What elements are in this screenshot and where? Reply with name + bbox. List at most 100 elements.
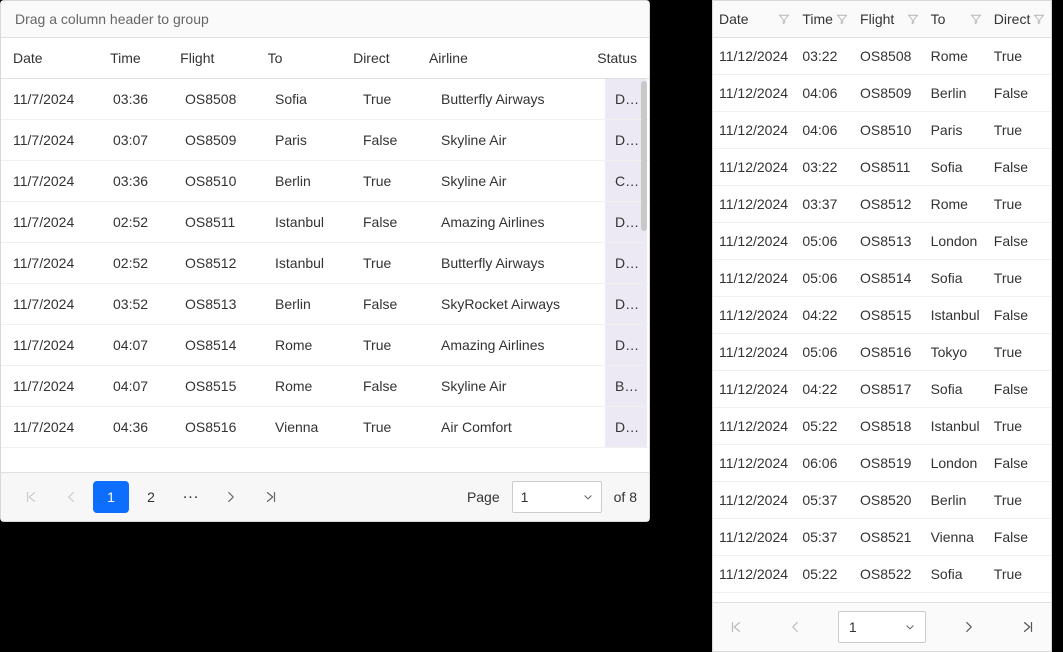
table-row[interactable]: 11/7/202402:52OS8511IstanbulFalseAmazing… xyxy=(1,202,649,243)
cell-to: Rome xyxy=(925,186,988,222)
cell-direct: True xyxy=(988,186,1051,222)
cell-date: 11/12/2024 xyxy=(713,334,796,370)
page-ellipsis[interactable]: ... xyxy=(173,481,209,513)
table-row[interactable]: 11/12/202406:06OS8519LondonFalse xyxy=(713,445,1051,482)
last-page-button[interactable] xyxy=(1013,612,1043,642)
table-row[interactable]: 11/12/202405:22OS8522SofiaTrue xyxy=(713,556,1051,593)
cell-flight: OS8510 xyxy=(854,112,925,148)
table-row[interactable]: 11/12/202404:06OS8510ParisTrue xyxy=(713,112,1051,149)
cell-time: 03:07 xyxy=(103,120,175,160)
left-header-row: Date Time Flight To Direct Airline Statu… xyxy=(1,38,649,79)
cell-flight: OS8514 xyxy=(854,260,925,296)
page-number-2[interactable]: 2 xyxy=(133,481,169,513)
table-row[interactable]: 11/12/202405:06OS8516TokyoTrue xyxy=(713,334,1051,371)
cell-direct: False xyxy=(988,445,1051,481)
table-row[interactable]: 11/7/202403:07OS8509ParisFalseSkyline Ai… xyxy=(1,120,649,161)
table-row[interactable]: 11/12/202405:06OS8513LondonFalse xyxy=(713,223,1051,260)
cell-date: 11/7/2024 xyxy=(3,120,103,160)
table-row[interactable]: 11/7/202403:36OS8510BerlinTrueSkyline Ai… xyxy=(1,161,649,202)
filter-icon[interactable] xyxy=(907,13,919,25)
table-row[interactable]: 11/12/202404:06OS8509BerlinFalse xyxy=(713,75,1051,112)
cell-date: 11/7/2024 xyxy=(3,284,103,324)
last-page-button[interactable] xyxy=(253,481,289,513)
page-number-1[interactable]: 1 xyxy=(93,481,129,513)
cell-direct: False xyxy=(988,75,1051,111)
header-direct[interactable]: Direct xyxy=(343,38,419,78)
cell-direct: True xyxy=(988,112,1051,148)
filter-icon[interactable] xyxy=(836,13,848,25)
cell-flight: OS8511 xyxy=(175,202,265,242)
left-pager: 1 2 ... Page 1 of 8 xyxy=(1,472,649,521)
cell-to: Istanbul xyxy=(265,243,353,283)
cell-airline: Amazing Airlines xyxy=(431,325,605,365)
header-to[interactable]: To xyxy=(925,1,988,37)
scrollbar-thumb[interactable] xyxy=(641,81,647,231)
table-row[interactable]: 11/7/202404:36OS8516ViennaTrueAir Comfor… xyxy=(1,407,649,448)
table-row[interactable]: 11/7/202403:36OS8508SofiaTrueButterfly A… xyxy=(1,79,649,120)
header-date[interactable]: Date xyxy=(3,38,100,78)
table-row[interactable]: 11/12/202404:22OS8515IstanbulFalse xyxy=(713,297,1051,334)
table-row[interactable]: 11/12/202403:22OS8508RomeTrue xyxy=(713,38,1051,75)
table-row[interactable]: 11/7/202402:52OS8512IstanbulTrueButterfl… xyxy=(1,243,649,284)
header-time[interactable]: Time xyxy=(100,38,170,78)
cell-airline: SkyRocket Airways xyxy=(431,284,605,324)
cell-time: 03:36 xyxy=(103,161,175,201)
header-direct[interactable]: Direct xyxy=(988,1,1051,37)
first-page-button[interactable] xyxy=(13,481,49,513)
filter-icon[interactable] xyxy=(1033,13,1045,25)
cell-time: 04:22 xyxy=(796,371,854,407)
table-row[interactable]: 11/12/202403:22OS8511SofiaFalse xyxy=(713,149,1051,186)
cell-date: 11/12/2024 xyxy=(713,297,796,333)
chevron-right-icon xyxy=(963,621,975,633)
cell-to: Vienna xyxy=(265,407,353,447)
first-page-icon xyxy=(24,490,38,504)
cell-flight: OS8515 xyxy=(175,366,265,406)
cell-to: Berlin xyxy=(265,161,353,201)
cell-date: 11/12/2024 xyxy=(713,371,796,407)
cell-time: 06:06 xyxy=(796,445,854,481)
header-airline[interactable]: Airline xyxy=(419,38,587,78)
table-row[interactable]: 11/12/202405:37OS8520BerlinTrue xyxy=(713,482,1051,519)
table-row[interactable]: 11/12/202405:22OS8518IstanbulTrue xyxy=(713,408,1051,445)
last-page-icon xyxy=(264,490,278,504)
first-page-button[interactable] xyxy=(721,612,751,642)
header-time[interactable]: Time xyxy=(796,1,854,37)
cell-to: Istanbul xyxy=(925,297,988,333)
cell-flight: OS8518 xyxy=(854,408,925,444)
header-date[interactable]: Date xyxy=(713,1,796,37)
cell-to: Sofia xyxy=(925,556,988,592)
cell-airline: Skyline Air xyxy=(431,120,605,160)
header-flight[interactable]: Flight xyxy=(170,38,257,78)
cell-time: 03:52 xyxy=(103,284,175,324)
cell-to: Istanbul xyxy=(925,408,988,444)
cell-to: Berlin xyxy=(925,75,988,111)
filter-icon[interactable] xyxy=(778,13,790,25)
prev-page-button[interactable] xyxy=(53,481,89,513)
table-row[interactable]: 11/12/202403:37OS8512RomeTrue xyxy=(713,186,1051,223)
table-row[interactable]: 11/12/202405:06OS8514SofiaTrue xyxy=(713,260,1051,297)
cell-date: 11/7/2024 xyxy=(3,161,103,201)
cell-time: 05:22 xyxy=(796,556,854,592)
cell-date: 11/12/2024 xyxy=(713,408,796,444)
cell-flight: OS8511 xyxy=(854,149,925,185)
filter-icon[interactable] xyxy=(970,13,982,25)
header-status[interactable]: Status xyxy=(587,38,647,78)
table-row[interactable]: 11/7/202403:52OS8513BerlinFalseSkyRocket… xyxy=(1,284,649,325)
table-row[interactable]: 11/7/202404:07OS8514RomeTrueAmazing Airl… xyxy=(1,325,649,366)
group-panel[interactable]: Drag a column header to group xyxy=(1,1,649,38)
table-row[interactable]: 11/7/202404:07OS8515RomeFalseSkyline Air… xyxy=(1,366,649,407)
cell-to: Sofia xyxy=(925,260,988,296)
prev-page-button[interactable] xyxy=(779,612,809,642)
cell-time: 03:22 xyxy=(796,149,854,185)
page-select[interactable]: 1 xyxy=(838,611,926,643)
next-page-button[interactable] xyxy=(213,481,249,513)
cell-date: 11/7/2024 xyxy=(3,202,103,242)
page-select[interactable]: 1 xyxy=(512,481,602,513)
table-row[interactable]: 11/12/202404:22OS8517SofiaFalse xyxy=(713,371,1051,408)
cell-airline: Skyline Air xyxy=(431,161,605,201)
table-row[interactable]: 11/12/202405:37OS8521ViennaFalse xyxy=(713,519,1051,556)
header-flight[interactable]: Flight xyxy=(854,1,925,37)
next-page-button[interactable] xyxy=(954,612,984,642)
cell-time: 04:07 xyxy=(103,325,175,365)
header-to[interactable]: To xyxy=(258,38,344,78)
